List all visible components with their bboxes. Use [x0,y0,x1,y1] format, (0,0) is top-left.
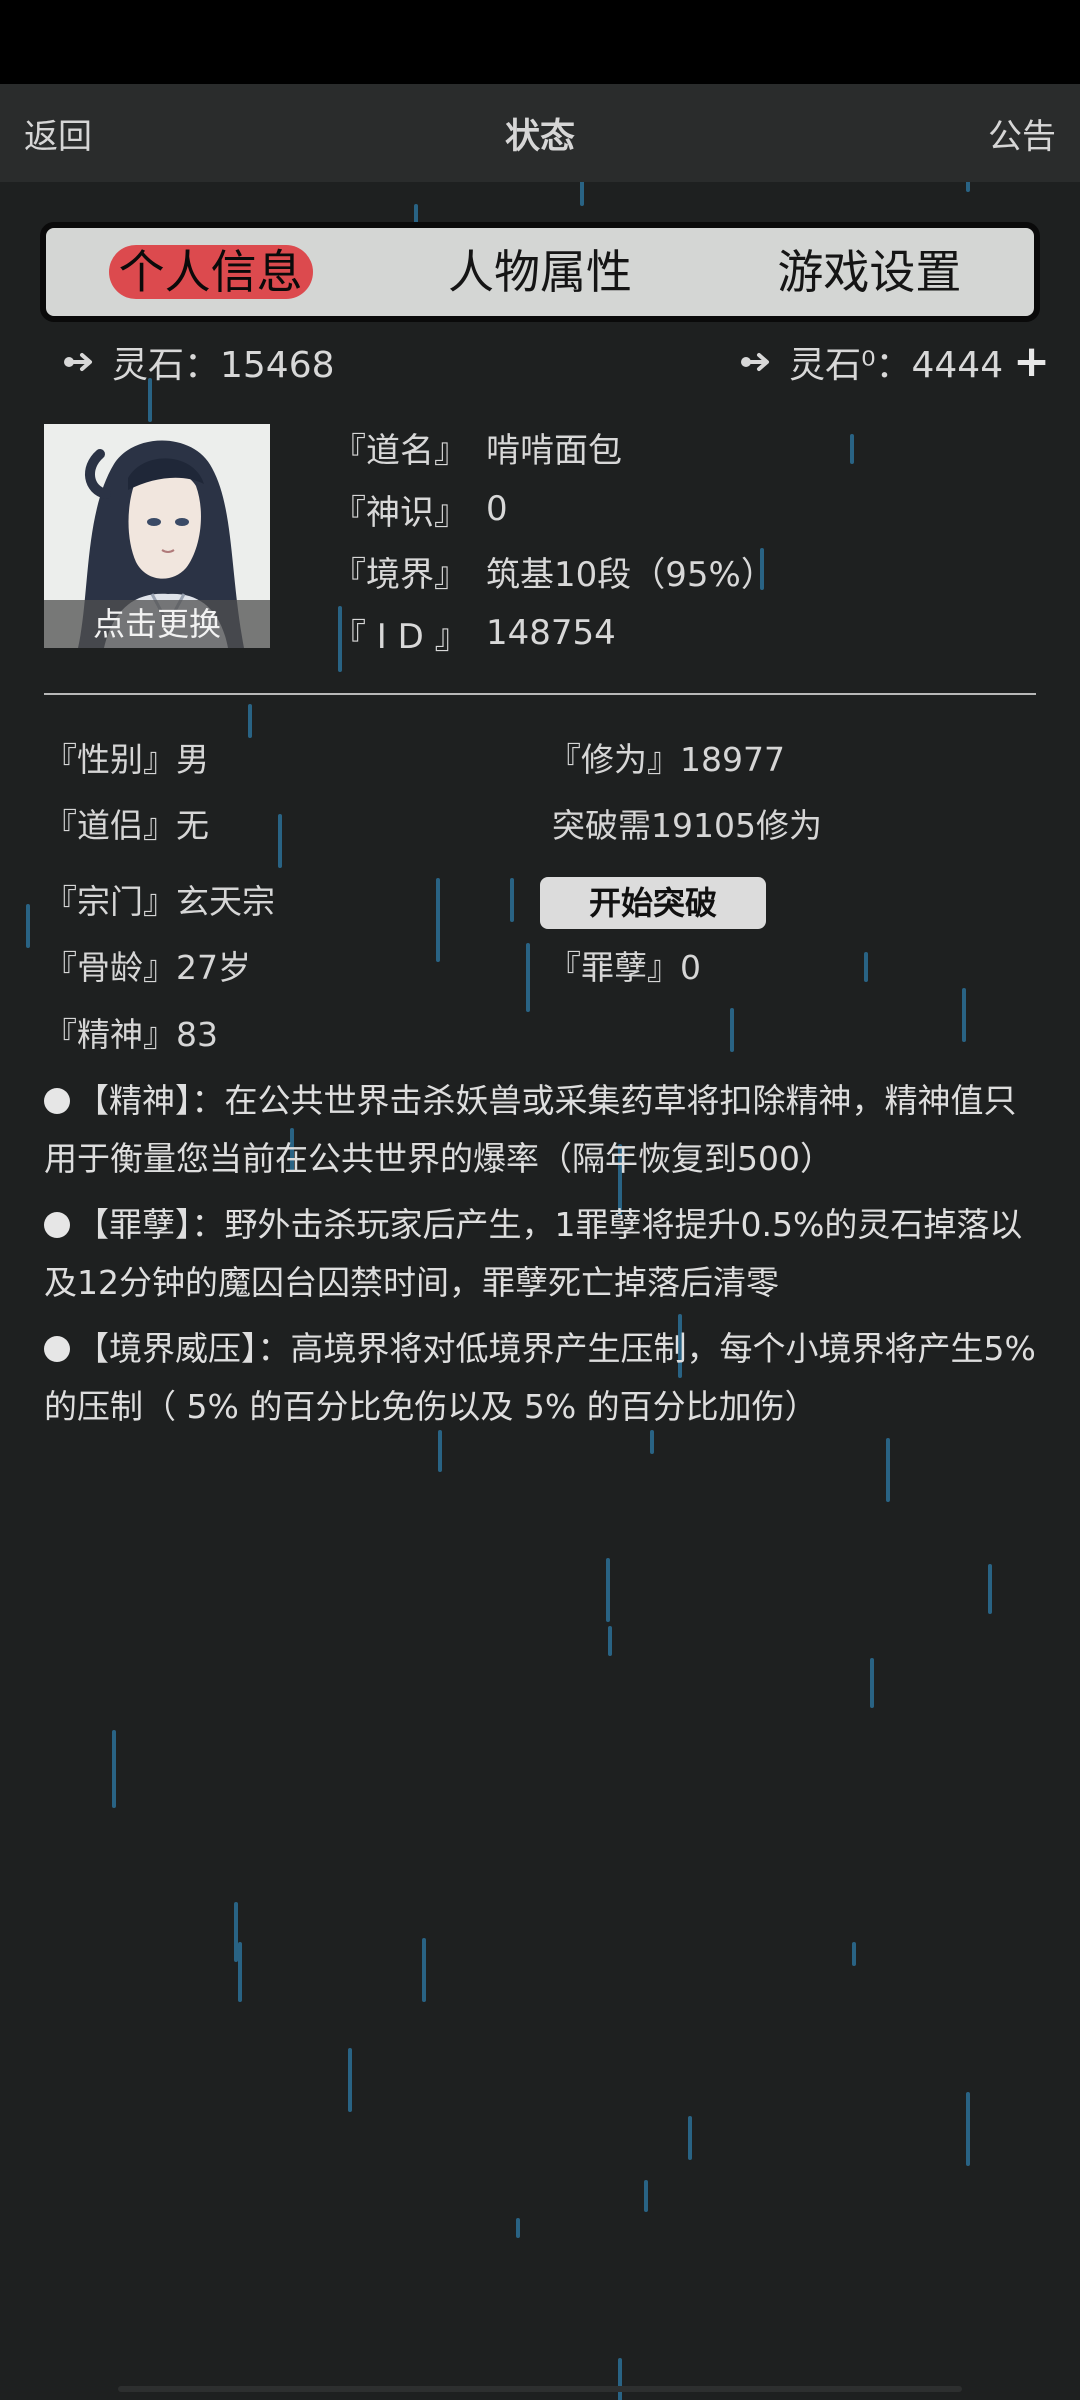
start-breakthrough-button[interactable]: 开始突破 [540,877,766,929]
stat-spirit: 『精神』83 [44,1015,218,1054]
profile-value: 148754 [486,613,616,653]
profile-info: 『道名』 啃啃面包 『神识』 0 『境界』 筑基10段（95%） 『 I D 』… [332,416,775,664]
spirit-stone-balance: 灵石：15468 [62,336,335,388]
profile-row: 『境界』 筑基10段（95%） [332,540,775,602]
plus-icon[interactable]: + [1013,340,1050,384]
stat-sect: 『宗门』玄天宗 [44,882,275,921]
bullet-icon [44,1212,70,1238]
spirit-stone-text: 灵石：15468 [112,345,335,386]
profile-value: 0 [486,489,508,529]
avatar[interactable]: 点击更换 [44,424,270,648]
note-text: 【境界威压】：高境界将对低境界产生压制，每个小境界将产生5% 的压制（ 5% 的… [44,1329,1036,1426]
profile-key: 『 I D 』 [332,616,469,657]
bullet-icon [44,1088,70,1114]
notice-button[interactable]: 公告 [988,109,1056,158]
stat-cultivation: 『修为』18977 [548,740,785,779]
back-button[interactable]: 返回 [24,109,92,158]
stat-break-requirement: 突破需19105修为 [552,806,822,845]
profile-value: 筑基10段（95%） [486,554,775,595]
system-status-bar [0,0,1080,84]
tab-character-attributes[interactable]: 人物属性 [438,245,642,299]
note-text: 【罪孽】：野外击杀玩家后产生，1罪孽将提升0.5%的灵石掉落以及12分钟的魔囚台… [44,1205,1023,1302]
profile-key: 『道名』 [332,430,468,471]
note-item: 【罪孽】：野外击杀玩家后产生，1罪孽将提升0.5%的灵石掉落以及12分钟的魔囚台… [44,1196,1044,1312]
stat-bone-age: 『骨龄』27岁 [44,948,251,987]
currency-row: 灵石：15468 灵石⁰：4444 + [0,336,1080,392]
note-item: 【精神】：在公共世界击杀妖兽或采集药草将扣除精神，精神值只用于衡量您当前在公共世… [44,1072,1044,1188]
gesture-bar [118,2386,962,2392]
profile-key: 『神识』 [332,492,468,533]
tab-bar: 个人信息 人物属性 游戏设置 [40,222,1040,322]
profile-value: 啃啃面包 [486,430,622,471]
top-nav-bar: 返回 状态 公告 [0,84,1080,182]
tab-game-settings[interactable]: 游戏设置 [767,245,971,299]
spirit-stone-icon [741,353,770,371]
profile-row: 『神识』 0 [332,478,775,540]
rules-notes: 【精神】：在公共世界击杀妖兽或采集药草将扣除精神，精神值只用于衡量您当前在公共世… [44,1072,1044,1444]
premium-stone-balance: 灵石⁰：4444 + [739,336,1050,388]
stat-gender: 『性别』男 [44,740,209,779]
page-title: 状态 [504,116,576,157]
change-avatar-label[interactable]: 点击更换 [44,600,270,648]
profile-row: 『道名』 啃啃面包 [332,416,775,478]
section-divider [44,693,1036,695]
tab-personal-info[interactable]: 个人信息 [108,245,313,299]
note-text: 【精神】：在公共世界击杀妖兽或采集药草将扣除精神，精神值只用于衡量您当前在公共世… [44,1081,1017,1178]
stat-partner: 『道侣』无 [44,806,209,845]
stat-sin: 『罪孽』0 [548,948,701,987]
premium-stone-text: 灵石⁰：4444 [789,345,1004,386]
bullet-icon [44,1336,70,1362]
profile-row: 『 I D 』 148754 [332,602,775,664]
spirit-stone-icon [64,353,92,371]
note-item: 【境界威压】：高境界将对低境界产生压制，每个小境界将产生5% 的压制（ 5% 的… [44,1320,1044,1436]
profile-key: 『境界』 [332,554,468,595]
